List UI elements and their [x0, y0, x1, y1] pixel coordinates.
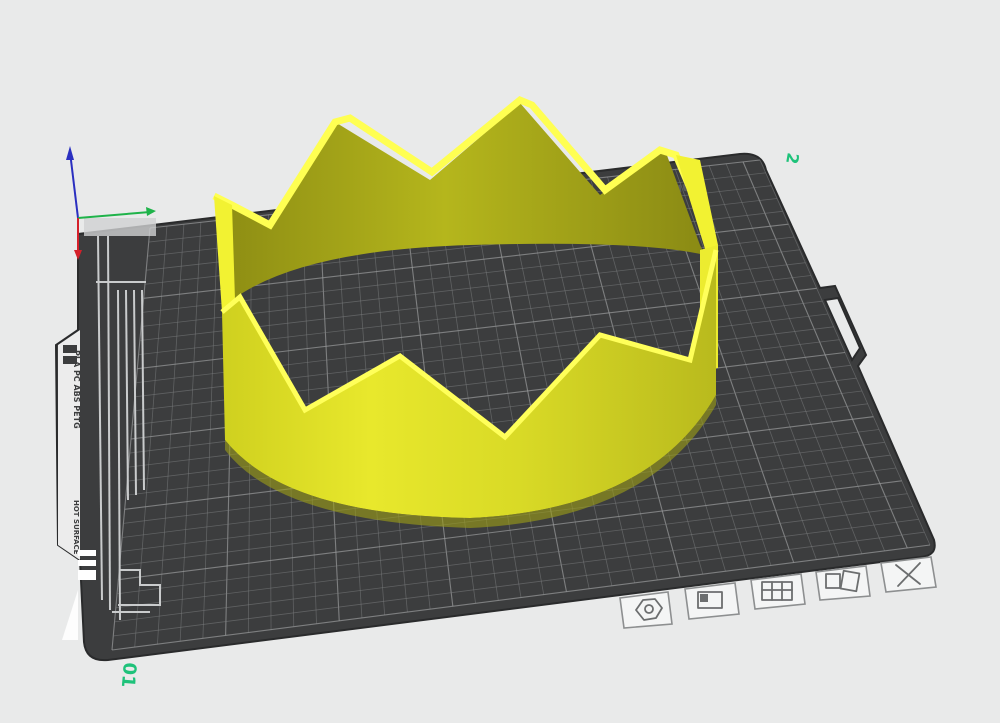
- axis-label-bottom-left: 01: [117, 662, 140, 689]
- x-axis: [77, 211, 151, 219]
- x-axis-arrow-icon: [146, 207, 156, 216]
- 3d-viewport[interactable]: PLA PC ABS PETG HOT SURFACE Bar 2 01: [0, 0, 1000, 719]
- z-axis: [69, 151, 79, 219]
- orient-button[interactable]: [684, 582, 740, 620]
- axis-label-top-right: 2: [782, 151, 803, 165]
- bed-hot-surface-label: HOT SURFACE: [72, 500, 80, 555]
- delete-button[interactable]: [880, 556, 937, 593]
- z-axis-arrow-icon: [66, 146, 74, 160]
- split-button[interactable]: [815, 565, 871, 601]
- layout-button[interactable]: [750, 573, 806, 610]
- arrange-button[interactable]: [619, 591, 673, 629]
